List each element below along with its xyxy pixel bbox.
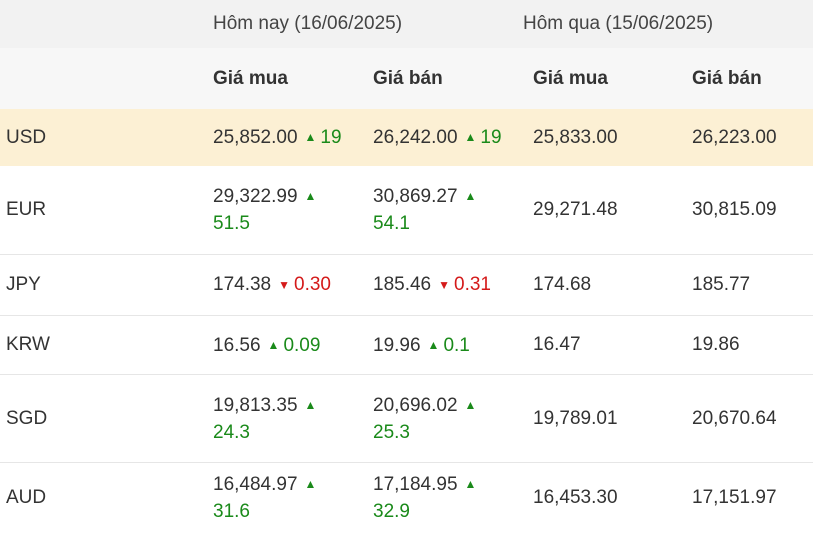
today-sell-change: 54.1: [373, 213, 410, 234]
triangle-up-icon: ▲: [267, 337, 280, 352]
triangle-up-icon: ▲: [464, 189, 477, 203]
currency-code: AUD: [6, 487, 47, 508]
today-buy-cell: 25,852.00 ▲ 19: [213, 109, 368, 166]
yesterday-sell-price: 30,815.09: [692, 199, 777, 220]
table-row: AUD 16,484.97 ▲ 31.6 17,184.95 ▲ 32.9 16,453.30…: [0, 463, 813, 533]
today-buy-value: 174.38 ▼ 0.30: [213, 271, 331, 299]
today-buy-change: 0.09: [283, 334, 321, 356]
today-buy-header: Giá mua: [213, 67, 288, 89]
today-sell-price: 19.96: [373, 334, 421, 356]
yesterday-sell-header: Giá bán: [692, 67, 762, 89]
currency-code: EUR: [6, 199, 47, 220]
today-sell-change: 0.31: [454, 274, 491, 295]
today-sell-change: 19: [480, 127, 502, 148]
today-buy-cell: 29,322.99 ▲ 51.5: [213, 166, 368, 254]
today-buy-value: 16,484.97 ▲ 31.6: [213, 471, 320, 525]
triangle-down-icon: ▼: [438, 278, 451, 292]
today-sell-cell: 26,242.00 ▲ 19: [373, 109, 528, 166]
triangle-up-icon: ▲: [464, 477, 477, 491]
today-buy-price: 174.38: [213, 274, 272, 295]
today-sell-price: 185.46: [373, 274, 432, 295]
yesterday-sell-price: 185.77: [692, 274, 751, 295]
currency-code: USD: [6, 126, 47, 148]
today-sell-price: 17,184.95: [373, 474, 458, 495]
table-row: EUR 29,322.99 ▲ 51.5 30,869.27 ▲ 54.1 29,271.48…: [0, 166, 813, 255]
today-sell-cell: 20,696.02 ▲ 25.3: [373, 375, 528, 462]
today-buy-value: 16.56 ▲ 0.09: [213, 332, 320, 359]
exchange-rate-table: Hôm nay (16/06/2025) Hôm qua (15/06/2025…: [0, 0, 813, 533]
today-sell-price: 30,869.27: [373, 186, 458, 207]
today-buy-change: 24.3: [213, 421, 250, 443]
today-sell-change: 0.1: [443, 334, 470, 356]
yesterday-sell-price: 17,151.97: [692, 487, 777, 508]
today-sell-price: 20,696.02: [373, 394, 458, 416]
triangle-up-icon: ▲: [304, 477, 317, 491]
today-buy-cell: 16.56 ▲ 0.09: [213, 316, 368, 374]
yesterday-buy-price: 16.47: [533, 334, 581, 355]
currency-code: SGD: [6, 407, 48, 429]
today-buy-change: 31.6: [213, 501, 250, 522]
today-buy-price: 19,813.35: [213, 394, 298, 416]
currency-code: JPY: [6, 274, 41, 295]
today-sell-value: 20,696.02 ▲ 25.3: [373, 392, 480, 446]
today-buy-value: 29,322.99 ▲ 51.5: [213, 183, 320, 237]
today-sell-price: 26,242.00: [373, 127, 458, 148]
today-buy-value: 25,852.00 ▲ 19: [213, 124, 342, 151]
today-sell-cell: 17,184.95 ▲ 32.9: [373, 463, 528, 533]
triangle-up-icon: ▲: [304, 397, 317, 412]
today-buy-cell: 174.38 ▼ 0.30: [213, 255, 368, 315]
column-header-row: Giá mua Giá bán Giá mua Giá bán: [0, 48, 813, 109]
yesterday-buy-price: 19,789.01: [533, 407, 618, 429]
triangle-down-icon: ▼: [278, 278, 291, 292]
table-row: SGD 19,813.35 ▲ 24.3 20,696.02 ▲ 25.3 19,789.01…: [0, 375, 813, 463]
today-buy-value: 19,813.35 ▲ 24.3: [213, 392, 320, 446]
today-buy-change: 0.30: [294, 274, 331, 295]
triangle-up-icon: ▲: [464, 130, 477, 144]
today-buy-price: 29,322.99: [213, 186, 298, 207]
yesterday-buy-price: 16,453.30: [533, 487, 618, 508]
triangle-up-icon: ▲: [427, 337, 440, 352]
triangle-up-icon: ▲: [304, 130, 317, 144]
today-sell-cell: 19.96 ▲ 0.1: [373, 316, 528, 374]
today-sell-cell: 30,869.27 ▲ 54.1: [373, 166, 528, 254]
today-sell-cell: 185.46 ▼ 0.31: [373, 255, 528, 315]
yesterday-buy-price: 29,271.48: [533, 199, 618, 220]
today-sell-value: 26,242.00 ▲ 19: [373, 124, 502, 151]
today-header: Hôm nay (16/06/2025): [213, 13, 403, 34]
table-row: JPY 174.38 ▼ 0.30 185.46 ▼ 0.31 174.68 185.77: [0, 255, 813, 316]
today-sell-change: 32.9: [373, 501, 410, 522]
yesterday-sell-price: 20,670.64: [692, 407, 777, 429]
today-sell-change: 25.3: [373, 421, 410, 443]
yesterday-buy-price: 174.68: [533, 274, 592, 295]
yesterday-sell-price: 19.86: [692, 334, 740, 355]
today-buy-price: 16.56: [213, 334, 261, 356]
yesterday-buy-header: Giá mua: [533, 67, 608, 89]
triangle-up-icon: ▲: [304, 189, 317, 203]
today-sell-value: 185.46 ▼ 0.31: [373, 271, 491, 299]
today-sell-value: 19.96 ▲ 0.1: [373, 332, 470, 359]
table-row: KRW 16.56 ▲ 0.09 19.96 ▲ 0.1 16.47 19.86: [0, 316, 813, 375]
today-buy-change: 51.5: [213, 213, 250, 234]
today-buy-price: 25,852.00: [213, 127, 298, 148]
yesterday-header: Hôm qua (15/06/2025): [523, 13, 714, 34]
today-buy-change: 19: [320, 127, 342, 148]
yesterday-buy-price: 25,833.00: [533, 126, 618, 148]
triangle-up-icon: ▲: [464, 397, 477, 412]
table-row: USD 25,852.00 ▲ 19 26,242.00 ▲ 19 25,833.00 26,2…: [0, 109, 813, 166]
today-buy-cell: 19,813.35 ▲ 24.3: [213, 375, 368, 462]
today-buy-price: 16,484.97: [213, 474, 298, 495]
today-sell-value: 17,184.95 ▲ 32.9: [373, 471, 480, 525]
currency-code: KRW: [6, 334, 50, 355]
yesterday-sell-price: 26,223.00: [692, 126, 777, 148]
date-header-row: Hôm nay (16/06/2025) Hôm qua (15/06/2025…: [0, 0, 813, 48]
today-sell-value: 30,869.27 ▲ 54.1: [373, 183, 480, 237]
today-buy-cell: 16,484.97 ▲ 31.6: [213, 463, 368, 533]
today-sell-header: Giá bán: [373, 67, 443, 89]
